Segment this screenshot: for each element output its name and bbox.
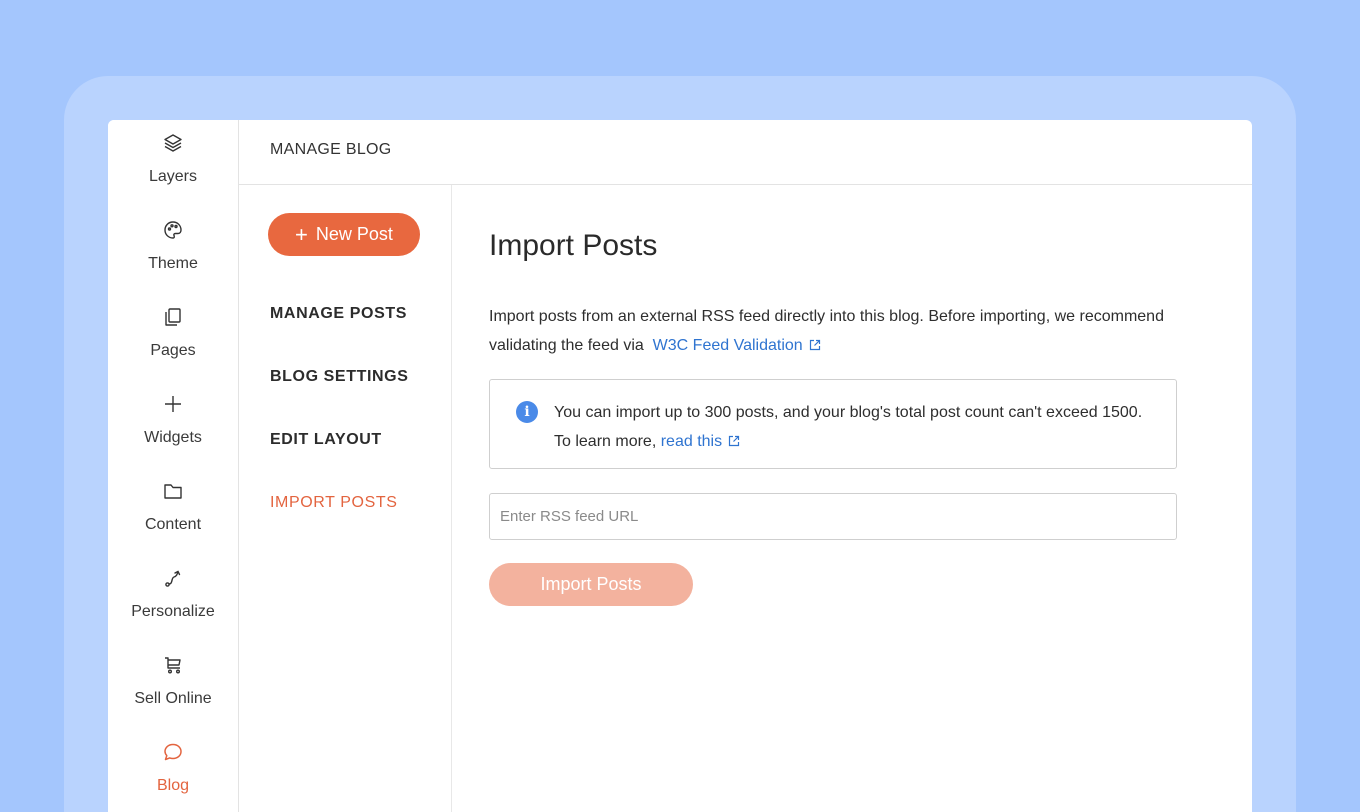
info-icon: i [516, 401, 538, 423]
rail-item-widgets[interactable]: Widgets [108, 393, 238, 473]
external-link-icon [728, 435, 740, 447]
chat-bubble-icon [162, 741, 184, 763]
import-limit-notice: i You can import up to 300 posts, and yo… [489, 379, 1177, 469]
external-link-icon [809, 339, 820, 351]
rail-item-label: Sell Online [134, 690, 212, 707]
w3c-validation-link[interactable]: W3C Feed Validation [653, 337, 821, 354]
rail-item-label: Content [144, 516, 202, 533]
subnav-blog-settings[interactable]: BLOG SETTINGS [270, 368, 408, 386]
new-post-button[interactable]: + New Post [268, 213, 420, 256]
palette-icon [162, 219, 184, 241]
top-bar: MANAGE BLOG [239, 120, 1252, 185]
rail-item-theme[interactable]: Theme [108, 219, 238, 299]
plus-icon: + [295, 221, 308, 247]
new-post-label: New Post [315, 224, 393, 244]
w3c-validation-link-text: W3C Feed Validation [652, 337, 803, 354]
rail-item-personalize[interactable]: Personalize [108, 567, 238, 647]
rail-item-label: Pages [150, 342, 196, 359]
subnav-import-posts[interactable]: IMPORT POSTS [270, 494, 398, 512]
read-this-link-text: read this [660, 433, 723, 450]
left-rail: Layers Theme Pages Widgets Content Perso… [108, 120, 239, 812]
page-title: Import Posts [489, 229, 658, 262]
rail-item-content[interactable]: Content [108, 480, 238, 560]
rail-item-pages[interactable]: Pages [108, 306, 238, 386]
main-content: Import Posts Import posts from an extern… [489, 185, 1252, 812]
rail-item-label: Layers [148, 168, 198, 185]
rail-item-label: Blog [156, 777, 190, 794]
app-window: Layers Theme Pages Widgets Content Perso… [108, 120, 1252, 812]
rail-item-blog[interactable]: Blog [108, 741, 238, 812]
intro-paragraph: Import posts from an external RSS feed d… [489, 302, 1179, 360]
folder-icon [162, 480, 184, 502]
rail-item-label: Widgets [144, 429, 202, 446]
rail-item-label: Theme [148, 255, 198, 272]
cart-icon [162, 654, 184, 676]
route-icon [162, 567, 184, 589]
pages-icon [162, 306, 184, 328]
subnav-edit-layout[interactable]: EDIT LAYOUT [270, 431, 382, 449]
blog-subnav: + New Post MANAGE POSTS BLOG SETTINGS ED… [239, 185, 452, 812]
notice-message: You can import up to 300 posts, and your… [554, 404, 1143, 450]
rail-item-sell-online[interactable]: Sell Online [108, 654, 238, 734]
subnav-manage-posts[interactable]: MANAGE POSTS [270, 305, 407, 323]
notice-text: You can import up to 300 posts, and your… [554, 398, 1144, 456]
import-posts-button[interactable]: Import Posts [489, 563, 693, 606]
rail-item-label: Personalize [131, 603, 215, 620]
layers-icon [162, 132, 184, 154]
rss-feed-url-input[interactable] [489, 493, 1177, 540]
plus-icon [162, 393, 184, 415]
intro-text: Import posts from an external RSS feed d… [489, 308, 1164, 354]
read-this-link[interactable]: read this [661, 433, 740, 450]
page-header-title: MANAGE BLOG [270, 141, 392, 158]
rail-item-layers[interactable]: Layers [108, 132, 238, 212]
